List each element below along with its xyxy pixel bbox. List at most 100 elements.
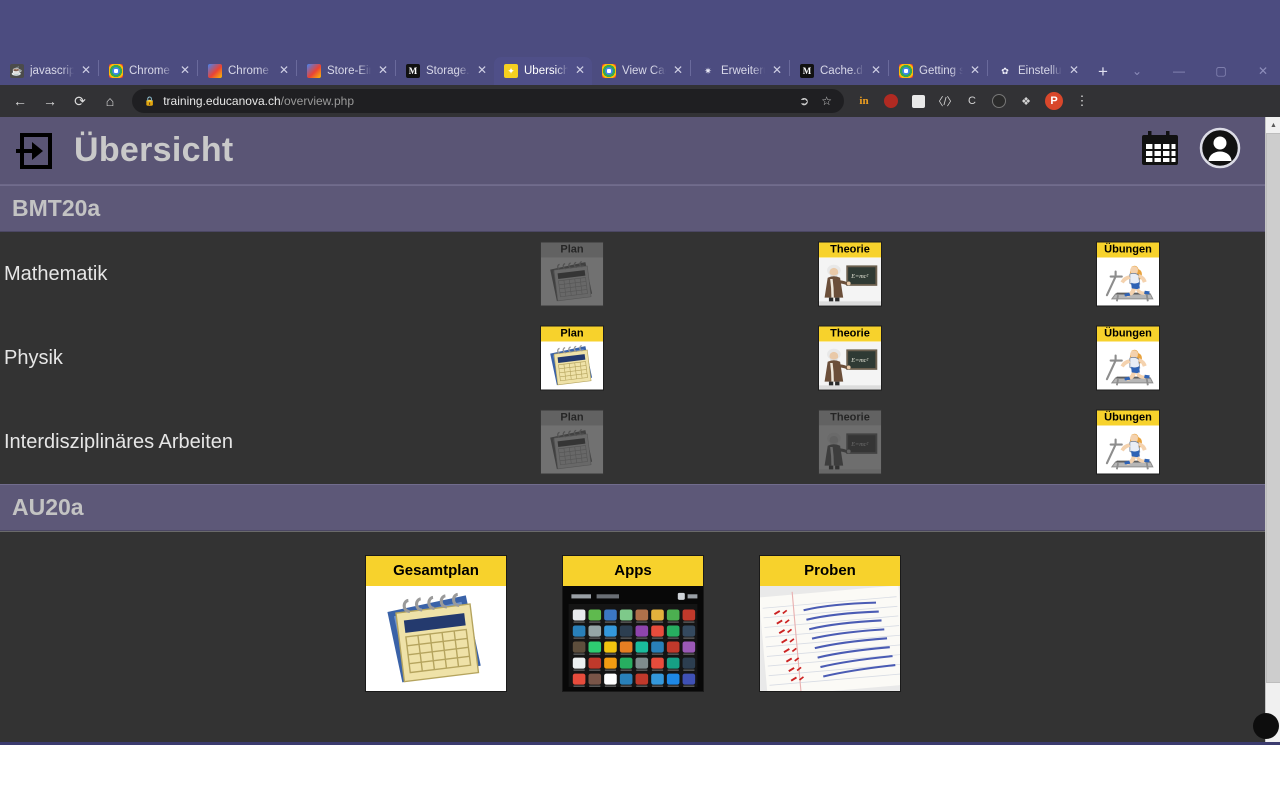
calendar-icon[interactable] xyxy=(1139,128,1181,173)
browser-tab[interactable]: ✷ Erweiterung ✕ xyxy=(691,57,789,85)
class-group-header[interactable]: AU20a xyxy=(0,484,1265,531)
handwritten-notes-art xyxy=(760,586,900,691)
maximize-button[interactable]: ▢ xyxy=(1200,64,1242,78)
quick-link-card[interactable]: Apps xyxy=(562,555,704,692)
browser-tab[interactable]: Chrome We ✕ xyxy=(99,57,197,85)
scrollbar-thumb[interactable] xyxy=(1266,133,1280,683)
tab-strip: ☕javascript - c✕Chrome We✕Chrome We✕Stor… xyxy=(0,55,1280,85)
browser-tab[interactable]: View Cache ✕ xyxy=(592,57,690,85)
tab-close-button[interactable]: ✕ xyxy=(672,64,684,77)
scroll-overlay-blob xyxy=(1253,713,1279,739)
home-button[interactable]: ⌂ xyxy=(96,88,124,114)
browser-tab[interactable]: ✦ Übersicht ✕ xyxy=(494,57,592,85)
tab-close-button[interactable]: ✕ xyxy=(574,64,586,77)
quick-links-row: Gesamtplan Apps Proben xyxy=(0,532,1265,692)
browser-tab[interactable]: Getting star ✕ xyxy=(889,57,987,85)
calendar-art xyxy=(541,425,603,474)
back-button[interactable]: ← xyxy=(6,88,34,114)
desktop-background xyxy=(0,745,1280,800)
new-tab-button[interactable]: + xyxy=(1090,59,1116,85)
resource-card-label: Übungen xyxy=(1097,326,1159,342)
tab-close-button[interactable]: ✕ xyxy=(179,64,191,77)
tab-close-button[interactable]: ✕ xyxy=(969,64,981,77)
resource-card-label: Theorie xyxy=(819,410,881,426)
browser-menu-icon[interactable]: ⋮ xyxy=(1074,93,1090,109)
tab-close-button[interactable]: ✕ xyxy=(377,64,389,77)
browser-toolbar: ← → ⟳ ⌂ 🔒 training.educanova.ch/overview… xyxy=(0,85,1280,117)
tab-title: Getting star xyxy=(919,65,963,77)
class-group-header[interactable]: BMT20a xyxy=(0,185,1265,232)
browser-tab[interactable]: Store-Eintra ✕ xyxy=(297,57,395,85)
app-grid-art xyxy=(563,586,703,691)
tab-close-button[interactable]: ✕ xyxy=(476,64,488,77)
tab-close-button[interactable]: ✕ xyxy=(278,64,290,77)
tab-close-button[interactable]: ✕ xyxy=(80,64,92,77)
browser-tab[interactable]: M Cache.delet ✕ xyxy=(790,57,888,85)
subject-row: Mathematik Plan Theorie E=mc² Übungen xyxy=(0,232,1265,316)
subject-row: Physik Plan Theorie E=mc² Übungen xyxy=(0,316,1265,400)
browser-tab[interactable]: M Storage.get ✕ xyxy=(396,57,494,85)
linkedin-extension-icon[interactable]: in xyxy=(856,93,872,109)
tab-title: Chrome We xyxy=(228,65,272,77)
resource-card: Theorie E=mc² xyxy=(818,409,882,475)
tab-close-button[interactable]: ✕ xyxy=(1068,64,1080,77)
login-box-arrow-icon[interactable] xyxy=(16,129,56,173)
svg-text:E=mc²: E=mc² xyxy=(850,441,868,448)
reload-button[interactable]: ⟳ xyxy=(66,88,94,114)
scroll-up-arrow[interactable]: ▲ xyxy=(1266,117,1280,133)
code-extension-icon[interactable]: 〈/〉 xyxy=(932,93,957,109)
puzzle-extensions-icon[interactable]: ❖ xyxy=(1018,93,1034,109)
resource-card: Plan xyxy=(540,409,604,475)
page-content: Übersicht BMT20a Mathematik Plan Theorie… xyxy=(0,117,1265,743)
star-icon[interactable]: ☆ xyxy=(821,94,832,108)
tab-search-button[interactable]: ⌄ xyxy=(1116,64,1158,78)
resource-card[interactable]: Übungen xyxy=(1096,241,1160,307)
resource-card[interactable]: Übungen xyxy=(1096,409,1160,475)
account-avatar-icon[interactable] xyxy=(1199,127,1241,174)
browser-titlebar xyxy=(0,0,1280,55)
einstein-blackboard-art: E=mc² xyxy=(819,257,881,306)
quick-link-card[interactable]: Gesamtplan xyxy=(365,555,507,692)
browser-tab[interactable]: Chrome We ✕ xyxy=(198,57,296,85)
profile-avatar[interactable]: P xyxy=(1045,92,1063,110)
tab-title: Übersicht xyxy=(524,65,568,77)
red-extension-icon[interactable] xyxy=(883,93,899,109)
resource-card[interactable]: Theorie E=mc² xyxy=(818,241,882,307)
app-header-actions xyxy=(1139,127,1249,174)
forward-button[interactable]: → xyxy=(36,88,64,114)
resource-card[interactable]: Theorie E=mc² xyxy=(818,325,882,391)
browser-tab[interactable]: ✿ Einstellunge ✕ xyxy=(988,57,1086,85)
package-extension-icon[interactable] xyxy=(910,93,926,109)
calendar-art xyxy=(541,257,603,306)
resource-card-label: Plan xyxy=(541,410,603,426)
resource-card-label: Übungen xyxy=(1097,410,1159,426)
address-bar[interactable]: 🔒 training.educanova.ch/overview.php ➲ ☆ xyxy=(132,89,844,113)
tab-close-button[interactable]: ✕ xyxy=(771,64,783,77)
colorzilla-extension-icon[interactable]: C xyxy=(964,93,980,109)
lock-icon: 🔒 xyxy=(144,95,156,106)
einstein-blackboard-art: E=mc² xyxy=(819,425,881,474)
browser-window: ☕javascript - c✕Chrome We✕Chrome We✕Stor… xyxy=(0,0,1280,800)
tab-close-button[interactable]: ✕ xyxy=(870,64,882,77)
minimize-button[interactable]: — xyxy=(1158,64,1200,78)
calendar-art xyxy=(541,341,603,390)
close-window-button[interactable]: ✕ xyxy=(1242,64,1280,78)
web-page-viewport: Übersicht BMT20a Mathematik Plan Theorie… xyxy=(0,117,1280,743)
subject-row: Interdisziplinäres Arbeiten Plan Theorie … xyxy=(0,400,1265,484)
java-icon: ☕ xyxy=(10,64,24,78)
tab-title: Erweiterung xyxy=(721,65,765,77)
quick-link-card[interactable]: Proben xyxy=(759,555,901,692)
resource-card[interactable]: Übungen xyxy=(1096,325,1160,391)
treadmill-runner-art xyxy=(1097,257,1159,306)
chrome-icon xyxy=(899,64,913,78)
dark-extension-icon[interactable] xyxy=(991,93,1007,109)
quick-link-card-label: Gesamtplan xyxy=(366,556,506,586)
browser-tab[interactable]: ☕ javascript - c ✕ xyxy=(0,57,98,85)
groups-container: BMT20a Mathematik Plan Theorie E=mc² Übu… xyxy=(0,185,1265,531)
page-scrollbar[interactable]: ▲ xyxy=(1253,117,1280,743)
share-icon[interactable]: ➲ xyxy=(799,94,809,108)
resource-card[interactable]: Plan xyxy=(540,325,604,391)
subject-name: Mathematik xyxy=(4,262,108,285)
tab-title: Storage.get xyxy=(426,65,470,77)
page-title: Übersicht xyxy=(74,131,234,169)
